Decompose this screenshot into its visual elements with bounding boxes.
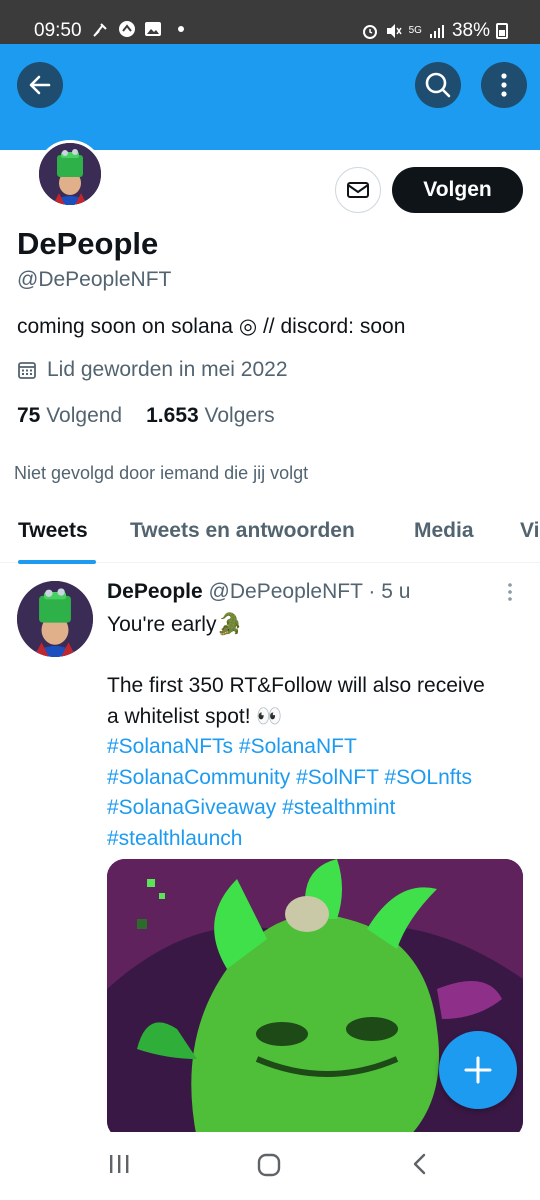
tweet-line: The first 350 RT&Follow will also receiv… <box>107 674 485 697</box>
system-back-button[interactable] <box>408 1152 432 1181</box>
tweet-hashtags[interactable]: #SolanaGiveaway #stealthmint <box>107 793 527 824</box>
profile-bio: coming soon on solana ◎ // discord: soon <box>17 315 406 338</box>
tweet-author-handle[interactable]: @DePeopleNFT <box>209 580 363 603</box>
more-vertical-icon <box>508 583 512 601</box>
network-type-label: 5G <box>408 25 422 36</box>
recent-apps-button[interactable] <box>107 1152 131 1181</box>
broom-icon <box>92 20 110 38</box>
following-label: Volgend <box>46 404 123 427</box>
mute-icon <box>385 22 403 40</box>
joined-text: Lid geworden in mei 2022 <box>47 358 288 381</box>
tweet-header: DePeople @DePeopleNFT · 5 u <box>107 580 410 604</box>
not-followed-notice: Niet gevolgd door iemand die jij volgt <box>14 463 309 483</box>
following-count: 75 <box>17 404 41 427</box>
battery-icon <box>496 23 508 39</box>
status-notification-icons <box>92 20 184 38</box>
tab-tweets-and-replies[interactable]: Tweets en antwoorden <box>130 519 355 543</box>
tab-tweets[interactable]: Tweets <box>18 519 88 543</box>
battery-percent: 38% <box>451 20 490 41</box>
more-options-button[interactable] <box>481 62 527 108</box>
active-tab-indicator <box>18 560 96 564</box>
signal-icon <box>428 22 446 40</box>
search-button[interactable] <box>415 62 461 108</box>
following-link[interactable]: 75 Volgend <box>17 404 122 428</box>
status-time: 09:50 <box>34 20 82 41</box>
tweet-text: You're early🐊 The first 350 RT&Follow wi… <box>107 610 527 854</box>
followers-label: Volgers <box>204 404 275 427</box>
profile-display-name: DePeople <box>17 226 159 261</box>
system-nav-bar <box>0 1132 540 1200</box>
more-notifications-dot <box>178 26 184 32</box>
tweet-time: · 5 u <box>368 580 411 603</box>
followers-link[interactable]: 1.653 Volgers <box>146 404 274 428</box>
tweet-hashtags[interactable]: #SolanaNFTs #SolanaNFT <box>107 732 527 763</box>
follow-button[interactable]: Volgen <box>392 167 523 213</box>
image-notification-icon <box>144 20 162 38</box>
alarm-icon <box>361 22 379 40</box>
tweet-author-name[interactable]: DePeople <box>107 580 203 603</box>
profile-joined: Lid geworden in mei 2022 <box>17 358 288 382</box>
profile-tabs: Tweets Tweets en antwoorden Media Vi <box>0 505 540 564</box>
tweet-line: You're early🐊 <box>107 613 243 636</box>
calendar-icon <box>18 362 36 379</box>
status-bar: 09:50 5G 38% <box>0 0 540 44</box>
home-icon <box>257 1153 281 1177</box>
mail-icon <box>347 182 369 198</box>
chevron-left-icon <box>413 1153 426 1175</box>
profile-banner <box>0 44 540 150</box>
compose-tweet-button[interactable] <box>439 1031 517 1109</box>
tweet-avatar[interactable] <box>17 581 93 657</box>
tab-media[interactable]: Media <box>414 519 474 543</box>
followers-count: 1.653 <box>146 404 199 427</box>
back-button[interactable] <box>17 62 63 108</box>
more-vertical-icon <box>501 73 507 97</box>
tweet-hashtags[interactable]: #SolanaCommunity #SolNFT #SOLnfts <box>107 763 527 794</box>
message-button[interactable] <box>335 167 381 213</box>
tab-likes[interactable]: Vi <box>520 519 539 543</box>
status-system-icons: 5G 38% <box>361 20 508 42</box>
home-button[interactable] <box>256 1152 282 1183</box>
plus-icon <box>464 1056 492 1084</box>
tweet-more-button[interactable] <box>506 582 514 607</box>
tweet-hashtags[interactable]: #stealthlaunch <box>107 824 527 855</box>
tweet-line: a whitelist spot! 👀 <box>107 704 283 728</box>
profile-stats: 75 Volgend 1.653 Volgers <box>17 404 275 428</box>
recent-apps-icon <box>110 1155 129 1173</box>
search-icon <box>425 72 451 98</box>
profile-handle: @DePeopleNFT <box>17 268 172 291</box>
app-notification-icon <box>118 20 136 38</box>
profile-avatar[interactable] <box>36 140 104 208</box>
arrow-left-icon <box>29 75 51 95</box>
